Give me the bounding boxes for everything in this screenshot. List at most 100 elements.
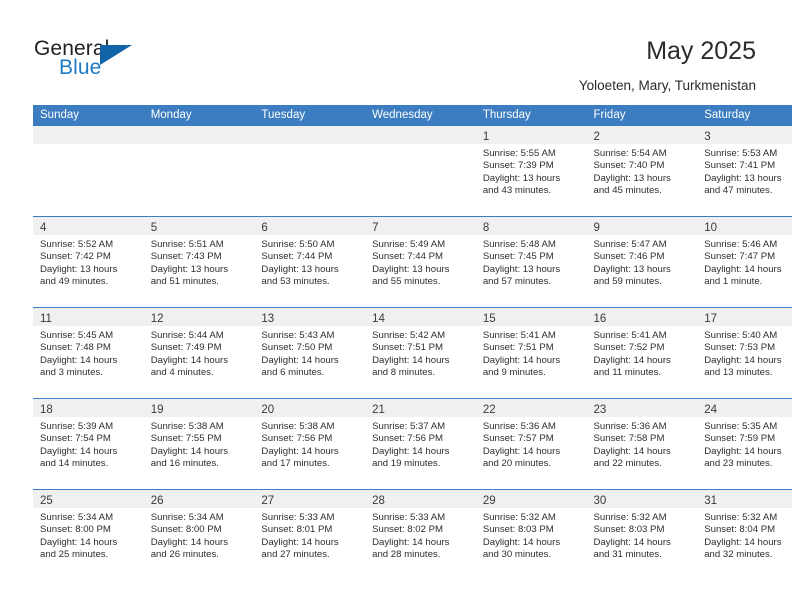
calendar-day-cell[interactable]: 12 Sunrise: 5:44 AM Sunset: 7:49 PM Dayligh…	[143, 307, 255, 399]
calendar-day-cell[interactable]: 2 Sunrise: 5:54 AM Sunset: 7:40 PM Daylight…	[586, 126, 698, 217]
day-number-band: 11	[33, 308, 144, 326]
day-number-band	[143, 126, 255, 144]
day-number: 28	[372, 495, 385, 507]
day-detail-line: and 47 minutes.	[704, 184, 773, 196]
day-detail-line: and 59 minutes.	[593, 275, 662, 287]
calendar-day-cell[interactable]: 30 Sunrise: 5:32 AM Sunset: 8:03 PM Dayligh…	[586, 489, 698, 580]
day-number-band: 6	[254, 217, 366, 235]
day-number-band: 14	[365, 308, 476, 326]
day-detail-lines: Sunrise: 5:32 AM Sunset: 8:03 PM Daylight:…	[476, 508, 587, 561]
day-detail-line: Sunrise: 5:34 AM	[40, 512, 114, 523]
day-number: 10	[704, 222, 718, 234]
day-detail-line: and 22 minutes.	[593, 457, 662, 469]
day-detail-line: and 57 minutes.	[482, 275, 552, 287]
calendar-day-cell[interactable]: 17 Sunrise: 5:40 AM Sunset: 7:53 PM Dayligh…	[697, 307, 792, 399]
day-number: 3	[704, 131, 711, 143]
day-detail-lines: Sunrise: 5:33 AM Sunset: 8:02 PM Daylight:…	[365, 508, 476, 561]
calendar-day-cell[interactable]: 19 Sunrise: 5:38 AM Sunset: 7:55 PM Dayligh…	[143, 398, 255, 490]
day-number-band: 28	[365, 490, 476, 508]
day-detail-line: Sunrise: 5:36 AM	[482, 421, 556, 432]
day-number: 29	[482, 495, 496, 507]
day-detail-line: and 4 minutes.	[150, 366, 214, 378]
calendar-day-cell[interactable]: 29 Sunrise: 5:32 AM Sunset: 8:03 PM Dayligh…	[475, 489, 587, 580]
calendar-day-cell[interactable]: 25 Sunrise: 5:34 AM Sunset: 8:00 PM Dayligh…	[33, 489, 144, 580]
calendar-day-cell[interactable]: 31 Sunrise: 5:32 AM Sunset: 8:04 PM Dayligh…	[697, 489, 792, 580]
day-detail-line: and 23 minutes.	[704, 457, 773, 469]
day-detail-line: Daylight: 13 hours	[482, 263, 561, 275]
calendar-day-cell[interactable]: 9 Sunrise: 5:47 AM Sunset: 7:46 PM Daylight…	[586, 216, 698, 308]
day-detail-line: and 45 minutes.	[593, 184, 662, 196]
day-detail-lines: Sunrise: 5:45 AM Sunset: 7:48 PM Daylight:…	[33, 326, 144, 379]
day-detail-line: and 32 minutes.	[704, 548, 773, 560]
calendar-day-cell[interactable]: 22 Sunrise: 5:36 AM Sunset: 7:57 PM Dayligh…	[475, 398, 587, 490]
calendar-day-cell[interactable]: 5 Sunrise: 5:51 AM Sunset: 7:43 PM Daylight…	[143, 216, 255, 308]
day-detail-lines: Sunrise: 5:36 AM Sunset: 7:57 PM Daylight:…	[476, 417, 587, 470]
calendar-day-cell[interactable]: 24 Sunrise: 5:35 AM Sunset: 7:59 PM Dayligh…	[697, 398, 792, 490]
calendar-day-cell[interactable]: 7 Sunrise: 5:49 AM Sunset: 7:44 PM Daylight…	[365, 216, 476, 308]
calendar-day-cell[interactable]: 18 Sunrise: 5:39 AM Sunset: 7:54 PM Dayligh…	[33, 398, 144, 490]
calendar-day-cell[interactable]: 16 Sunrise: 5:41 AM Sunset: 7:52 PM Dayligh…	[586, 307, 698, 399]
day-detail-line: Daylight: 14 hours	[482, 536, 561, 548]
calendar-day-cell[interactable]: 1 Sunrise: 5:55 AM Sunset: 7:39 PM Daylight…	[475, 126, 587, 217]
day-detail-line: Sunset: 8:03 PM	[482, 524, 554, 536]
day-detail-line: Sunrise: 5:36 AM	[593, 421, 667, 432]
day-detail-line: and 26 minutes.	[150, 548, 219, 560]
day-number-band: 8	[475, 217, 587, 235]
day-detail-line: Sunrise: 5:48 AM	[482, 239, 556, 250]
calendar-day-cell[interactable]: 10 Sunrise: 5:46 AM Sunset: 7:47 PM Dayligh…	[697, 216, 792, 308]
calendar-day-cell[interactable]: 21 Sunrise: 5:37 AM Sunset: 7:56 PM Dayligh…	[365, 398, 476, 490]
calendar-day-cell[interactable]: 14 Sunrise: 5:42 AM Sunset: 7:51 PM Dayligh…	[365, 307, 476, 399]
calendar-day-cell[interactable]: 3 Sunrise: 5:53 AM Sunset: 7:41 PM Daylight…	[697, 126, 792, 217]
calendar-day-cell[interactable]: 23 Sunrise: 5:36 AM Sunset: 7:58 PM Dayligh…	[586, 398, 698, 490]
weekday-header-friday: Friday	[586, 105, 698, 126]
calendar-day-cell[interactable]: 4 Sunrise: 5:52 AM Sunset: 7:42 PM Daylight…	[33, 216, 144, 308]
day-detail-line: Daylight: 13 hours	[372, 263, 450, 275]
day-detail-line: Daylight: 14 hours	[40, 445, 118, 457]
calendar-day-cell[interactable]: 15 Sunrise: 5:41 AM Sunset: 7:51 PM Dayligh…	[475, 307, 587, 399]
general-blue-logo[interactable]: General Blue	[34, 38, 164, 84]
day-detail-lines: Sunrise: 5:38 AM Sunset: 7:56 PM Daylight:…	[254, 417, 365, 470]
day-number: 30	[593, 495, 607, 507]
day-detail-line: and 53 minutes.	[261, 275, 330, 287]
calendar-day-cell[interactable]: 27 Sunrise: 5:33 AM Sunset: 8:01 PM Dayligh…	[254, 489, 366, 580]
day-detail-line: Daylight: 13 hours	[261, 263, 339, 275]
day-detail-line: Sunset: 7:52 PM	[593, 342, 665, 354]
day-detail-line: Sunset: 7:51 PM	[482, 342, 554, 354]
day-detail-line: Sunset: 8:00 PM	[150, 524, 222, 536]
calendar-day-cell-empty	[365, 126, 476, 217]
calendar-day-cell[interactable]: 26 Sunrise: 5:34 AM Sunset: 8:00 PM Dayligh…	[143, 489, 255, 580]
day-detail-line: Sunset: 7:59 PM	[704, 433, 776, 445]
day-detail-line: and 16 minutes.	[150, 457, 219, 469]
day-detail-line: Sunrise: 5:32 AM	[593, 512, 667, 523]
day-detail-line: Daylight: 14 hours	[372, 445, 450, 457]
calendar-day-cell[interactable]: 20 Sunrise: 5:38 AM Sunset: 7:56 PM Dayligh…	[254, 398, 366, 490]
day-number-band: 1	[475, 126, 587, 144]
day-detail-line: Daylight: 14 hours	[150, 354, 229, 366]
calendar-day-cell[interactable]: 6 Sunrise: 5:50 AM Sunset: 7:44 PM Daylight…	[254, 216, 366, 308]
page-title: May 2025	[646, 37, 756, 65]
day-detail-line: Daylight: 14 hours	[261, 445, 339, 457]
day-detail-lines: Sunrise: 5:48 AM Sunset: 7:45 PM Daylight:…	[476, 235, 587, 288]
calendar-grid: Sunday Monday Tuesday Wednesday Thursday Frid…	[33, 105, 792, 580]
day-number-band: 21	[365, 399, 476, 417]
day-detail-line: Daylight: 13 hours	[150, 263, 229, 275]
day-number-band: 12	[143, 308, 255, 326]
calendar-day-cell[interactable]: 8 Sunrise: 5:48 AM Sunset: 7:45 PM Daylight…	[475, 216, 587, 308]
calendar-day-cell[interactable]: 28 Sunrise: 5:33 AM Sunset: 8:02 PM Dayligh…	[365, 489, 476, 580]
day-detail-line: Daylight: 14 hours	[372, 354, 450, 366]
calendar-day-cell[interactable]: 13 Sunrise: 5:43 AM Sunset: 7:50 PM Dayligh…	[254, 307, 366, 399]
day-number: 17	[704, 313, 718, 325]
calendar-day-cell[interactable]: 11 Sunrise: 5:45 AM Sunset: 7:48 PM Dayligh…	[33, 307, 144, 399]
day-detail-line: Daylight: 14 hours	[704, 354, 782, 366]
day-detail-line: Sunset: 7:56 PM	[261, 433, 333, 445]
day-detail-lines: Sunrise: 5:54 AM Sunset: 7:40 PM Daylight:…	[587, 144, 698, 197]
day-detail-lines: Sunrise: 5:37 AM Sunset: 7:56 PM Daylight:…	[365, 417, 476, 470]
page-header: General Blue May 2025 Yoloeten, Mary, Tu…	[0, 0, 792, 100]
day-detail-line: Sunset: 7:44 PM	[372, 251, 444, 263]
triangle-flag-icon	[100, 45, 132, 65]
day-detail-line: Daylight: 14 hours	[40, 354, 118, 366]
day-detail-line: Sunrise: 5:41 AM	[482, 330, 556, 341]
day-detail-line: Daylight: 14 hours	[482, 445, 561, 457]
day-detail-line: Sunrise: 5:34 AM	[150, 512, 224, 523]
day-detail-line: and 11 minutes.	[593, 366, 662, 378]
